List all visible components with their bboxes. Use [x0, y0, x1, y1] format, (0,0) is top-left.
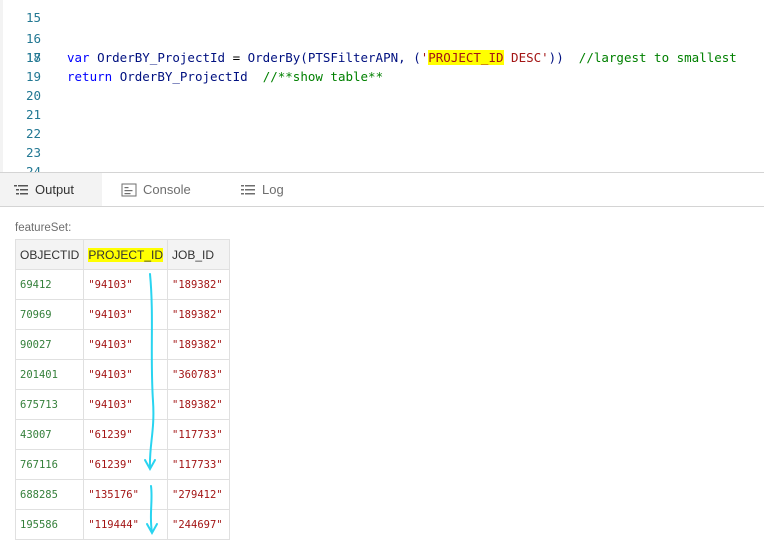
cell-project-id: "94103" [83, 269, 169, 300]
tab-console-label: Console [143, 182, 191, 197]
line-number: 19 [25, 69, 41, 84]
cell-objectid: 43007 [14, 419, 85, 450]
highlighted-project-id-header: PROJECT_ID [88, 247, 164, 262]
cell-project-id: "94103" [83, 389, 169, 420]
line-number: 22 [25, 126, 41, 141]
output-tab-bar: Output Console Log [0, 172, 764, 207]
table-row: 688285 "135176" "279412" [14, 479, 231, 510]
cell-project-id: "61239" [83, 449, 169, 480]
table-row: 70969 "94103" "189382" [14, 299, 231, 330]
tab-log-label: Log [262, 182, 284, 197]
line-number: 24 [25, 164, 41, 172]
table-row: 43007 "61239" "117733" [14, 419, 231, 450]
tab-log[interactable]: Log [240, 173, 284, 206]
cell-objectid: 70969 [14, 299, 85, 330]
cell-objectid: 69412 [14, 269, 85, 300]
cell-project-id: "94103" [83, 299, 169, 330]
cell-job-id: "279412" [167, 479, 231, 510]
table-row: 195586 "119444" "244697" [14, 509, 231, 540]
cell-job-id: "244697" [167, 509, 231, 540]
cell-objectid: 675713 [14, 389, 85, 420]
code-line-16: var OrderBY_ProjectId = OrderBy(PTSFilte… [67, 50, 737, 65]
tab-output[interactable]: Output [0, 173, 102, 206]
log-icon [240, 182, 256, 198]
cell-project-id: "94103" [83, 359, 169, 390]
output-panel: featureSet: OBJECTID PROJECT_ID JOB_ID 6… [0, 206, 764, 555]
column-header-objectid[interactable]: OBJECTID [14, 239, 85, 270]
code-line-17: return OrderBY_ProjectId //**show table*… [67, 69, 384, 84]
featureset-label: featureSet: [15, 222, 72, 234]
console-icon [121, 182, 137, 198]
column-header-project-id[interactable]: PROJECT_ID [83, 239, 169, 270]
line-number: 21 [25, 107, 41, 122]
cell-objectid: 195586 [14, 509, 85, 540]
tab-console[interactable]: Console [121, 173, 191, 206]
table-row: 90027 "94103" "189382" [14, 329, 231, 360]
line-number: 18 [25, 50, 41, 65]
code-editor[interactable]: 15 16 var OrderBY_ProjectId = OrderBy(PT… [0, 0, 764, 172]
cell-objectid: 201401 [14, 359, 85, 390]
line-number: 23 [25, 145, 41, 160]
editor-line[interactable]: 16 var OrderBY_ProjectId = OrderBy(PTSFi… [0, 10, 737, 65]
cell-project-id: "61239" [83, 419, 169, 450]
cell-job-id: "189382" [167, 389, 231, 420]
list-icon [13, 182, 29, 198]
cell-job-id: "117733" [167, 419, 231, 450]
table-header-row: OBJECTID PROJECT_ID JOB_ID [14, 239, 231, 270]
table-row: 767116 "61239" "117733" [14, 449, 231, 480]
cell-job-id: "117733" [167, 449, 231, 480]
cell-job-id: "189382" [167, 269, 231, 300]
tab-output-label: Output [35, 182, 75, 197]
cell-job-id: "360783" [167, 359, 231, 390]
cell-project-id: "94103" [83, 329, 169, 360]
column-header-job-id[interactable]: JOB_ID [167, 239, 231, 270]
highlighted-project-id: PROJECT_ID [428, 50, 504, 65]
cell-job-id: "189382" [167, 329, 231, 360]
cell-objectid: 767116 [14, 449, 85, 480]
line-number: 20 [25, 88, 41, 103]
table-row: 675713 "94103" "189382" [14, 389, 231, 420]
table-row: 201401 "94103" "360783" [14, 359, 231, 390]
cell-job-id: "189382" [167, 299, 231, 330]
editor-line[interactable]: 17 return OrderBY_ProjectId //**show tab… [0, 29, 383, 84]
results-table: OBJECTID PROJECT_ID JOB_ID 69412 "94103" "… [14, 239, 231, 540]
cell-objectid: 90027 [14, 329, 85, 360]
table-row: 69412 "94103" "189382" [14, 269, 231, 300]
cell-project-id: "119444" [83, 509, 169, 540]
cell-project-id: "135176" [83, 479, 169, 510]
cell-objectid: 688285 [14, 479, 85, 510]
editor-line[interactable]: 15 [0, 0, 41, 25]
